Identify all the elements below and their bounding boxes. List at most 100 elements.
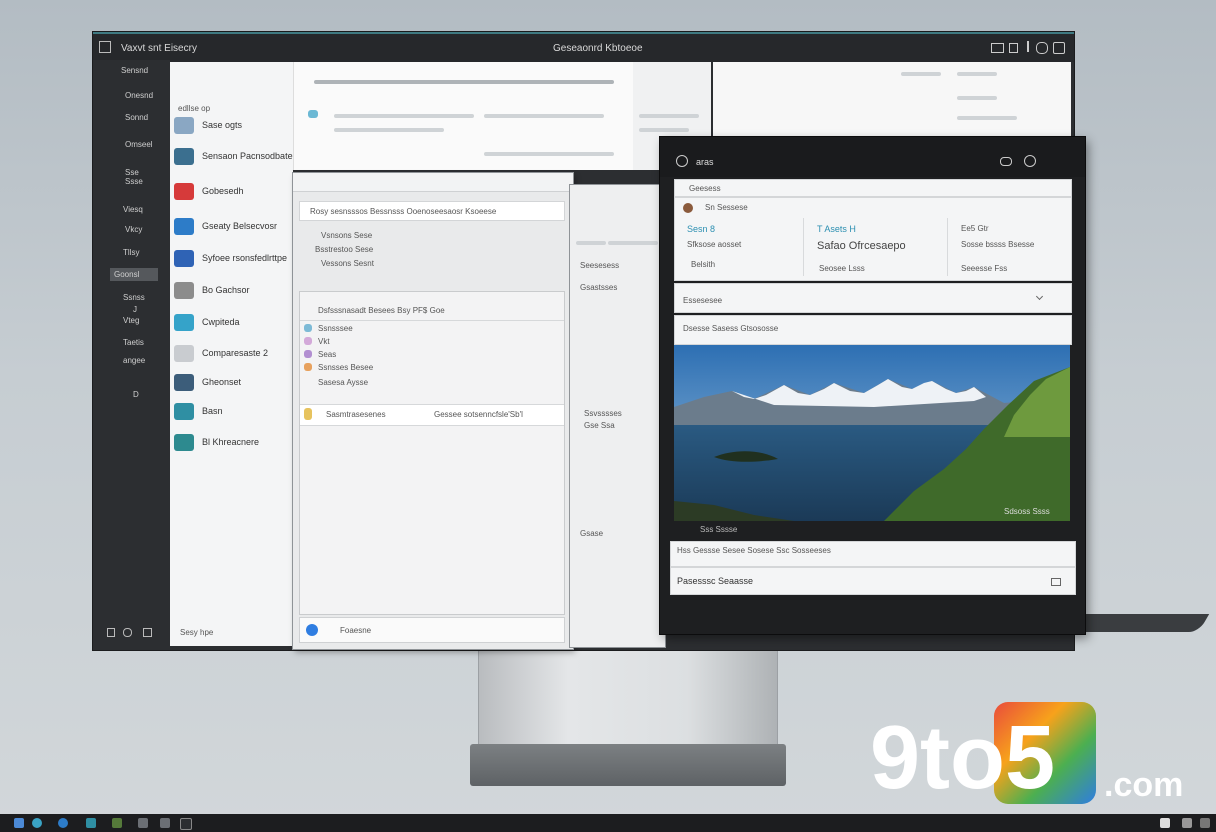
- app-item[interactable]: Bo Gachsor: [174, 280, 292, 302]
- sidebar-item[interactable]: Taetis: [123, 338, 144, 347]
- stat-head: Ee5 Gtr: [961, 224, 989, 233]
- app-label: Bo Gachsor: [202, 285, 250, 295]
- window-b-row[interactable]: Gsastsses: [580, 283, 617, 292]
- app-item[interactable]: Gseaty Belsecvosr: [174, 216, 292, 238]
- more-icon[interactable]: [1051, 578, 1061, 586]
- notifications-icon[interactable]: [1036, 42, 1048, 54]
- app-icon[interactable]: [138, 818, 148, 828]
- sidebar-item-active[interactable]: Goonsl: [110, 268, 158, 281]
- sidebar-item[interactable]: Onesnd: [125, 91, 153, 100]
- app-icon: [174, 218, 194, 235]
- sidebar-item[interactable]: D: [133, 390, 139, 399]
- app-icon: [174, 183, 194, 200]
- app-icon[interactable]: [86, 818, 96, 828]
- row-placeholder: [901, 72, 941, 76]
- inner-row-highlight[interactable]: Sasmtrasesenes Gessee sotsenncfsle'Sb'l: [300, 404, 564, 426]
- sidebar-item[interactable]: Tllsy: [123, 248, 139, 257]
- chevron-down-icon[interactable]: [1035, 292, 1044, 301]
- breadcrumb-bar: Geesess: [674, 179, 1072, 197]
- start-icon[interactable]: [14, 818, 24, 828]
- inner-item[interactable]: Ssnsssee: [318, 324, 353, 333]
- sidebar-item[interactable]: Ssnss: [123, 293, 145, 302]
- stat-head: Sesn 8: [687, 224, 716, 234]
- brand-text: 9to5: [870, 708, 1055, 808]
- photo-window: aras Geesess Sn Sessese Sesn 8 Sfksose a…: [660, 137, 1085, 634]
- stat-card[interactable]: T Asets H Safao Ofrcesaepo Seosee Lsss: [807, 218, 948, 276]
- mail-icon[interactable]: [991, 43, 1004, 53]
- app-icon: [99, 41, 111, 53]
- app-item[interactable]: Basn: [174, 401, 292, 423]
- notifications-icon[interactable]: [1024, 155, 1036, 167]
- search-label: Pasesssc Seaasse: [677, 576, 754, 586]
- window-a-row[interactable]: Vessons Sesnt: [321, 259, 374, 268]
- app-item[interactable]: Syfoee rsonsfedlrttpe: [174, 248, 292, 270]
- sidebar-item[interactable]: Ssse: [125, 177, 143, 186]
- app-item[interactable]: Sase ogts: [174, 115, 292, 137]
- sidebar-item[interactable]: Sonnd: [125, 113, 148, 122]
- stat-sub: Sfksose aosset: [687, 240, 742, 249]
- tray-icon[interactable]: [1200, 818, 1210, 828]
- inner-row-text: Sasmtrasesenes: [326, 410, 386, 419]
- sidebar-item[interactable]: Viesq: [123, 205, 143, 214]
- photo-info-text: Hss Gessse Sesee Sosese Ssc Sosseeses: [677, 546, 831, 555]
- window-a-row[interactable]: Vsnsons Sese: [321, 231, 372, 240]
- file-icon: [308, 110, 318, 118]
- settings-icon[interactable]: [143, 628, 152, 637]
- stat-card[interactable]: Ee5 Gtr Sosse bssss Bsesse Seeesse Fss: [953, 218, 1067, 276]
- app-label: Gheonset: [202, 377, 242, 387]
- search-icon[interactable]: [32, 818, 42, 828]
- app-item[interactable]: Sensaon Pacnsodbatep: [174, 146, 298, 168]
- profile-name: Sn Sessese: [705, 203, 748, 212]
- sidebar-item[interactable]: Vkcy: [125, 225, 142, 234]
- window-b-row[interactable]: Gse Ssa: [584, 421, 615, 430]
- lock-icon[interactable]: [1009, 43, 1018, 53]
- app-icon[interactable]: [180, 818, 192, 830]
- window-a-row[interactable]: Bsstrestoo Sese: [315, 245, 373, 254]
- app-item[interactable]: Comparesaste 2: [174, 343, 292, 365]
- sidebar-item[interactable]: J: [133, 305, 137, 314]
- overlapping-window-b: Seesesess Gsastsses Ssvsssses Gse Ssa Gs…: [570, 185, 665, 647]
- app-item[interactable]: Gobesedh: [174, 181, 292, 203]
- app-icon[interactable]: [160, 818, 170, 828]
- app-item[interactable]: Gheonset: [174, 372, 292, 394]
- monitor-stand-base: [470, 744, 786, 786]
- filter-label: Essesesee: [683, 296, 723, 305]
- app-icon[interactable]: [112, 818, 122, 828]
- tray-icon[interactable]: [1182, 818, 1192, 828]
- window-b-row[interactable]: Ssvsssses: [584, 409, 622, 418]
- landscape-photo[interactable]: [674, 345, 1070, 521]
- info-icon[interactable]: [1027, 41, 1036, 52]
- tray-icon[interactable]: [1160, 818, 1170, 828]
- row-placeholder: [484, 152, 614, 156]
- brand-suffix: .com: [1104, 766, 1183, 804]
- sidebar-item[interactable]: Sse: [125, 168, 139, 177]
- window-b-row[interactable]: Seesesess: [580, 261, 619, 270]
- inner-item[interactable]: Vkt: [318, 337, 330, 346]
- browser-icon[interactable]: [58, 818, 68, 828]
- app-item[interactable]: Cwpiteda: [174, 312, 292, 334]
- row-placeholder: [639, 114, 699, 118]
- user-icon[interactable]: [123, 628, 132, 637]
- filter-row[interactable]: Essesesee: [674, 283, 1072, 313]
- breadcrumb[interactable]: Geesess: [689, 184, 721, 193]
- window-a-titlebar: [293, 173, 573, 192]
- sidebar-item[interactable]: Vteg: [123, 316, 139, 325]
- app-item[interactable]: Bl Khreacnere: [174, 432, 292, 454]
- row-placeholder: [957, 72, 997, 76]
- section-row[interactable]: Dsesse Sasess Gtsososse: [674, 315, 1072, 345]
- sidebar-item[interactable]: angee: [123, 356, 145, 365]
- lock-icon[interactable]: [107, 628, 115, 637]
- inner-item[interactable]: Ssnsses Besee: [318, 363, 373, 372]
- apps-panel: edllse op Sase ogts Sensaon Pacnsodbatep…: [170, 62, 298, 646]
- app-label: Gobesedh: [202, 186, 244, 196]
- apps-panel-footer[interactable]: Sesy hpe: [180, 628, 213, 637]
- inner-item[interactable]: Sasesa Aysse: [318, 378, 368, 387]
- main-titlebar: Vaxvt snt Eisecry Geseaonrd Kbtoeoe: [93, 32, 1074, 62]
- settings-icon[interactable]: [1053, 42, 1065, 54]
- chat-icon[interactable]: [1000, 157, 1012, 166]
- inner-item[interactable]: Seas: [318, 350, 336, 359]
- app-icon: [174, 403, 194, 420]
- stat-card[interactable]: Sesn 8 Sfksose aosset Belsith: [677, 218, 804, 276]
- search-row[interactable]: Pasesssc Seaasse: [670, 567, 1076, 595]
- sidebar-item[interactable]: Omseel: [125, 140, 153, 149]
